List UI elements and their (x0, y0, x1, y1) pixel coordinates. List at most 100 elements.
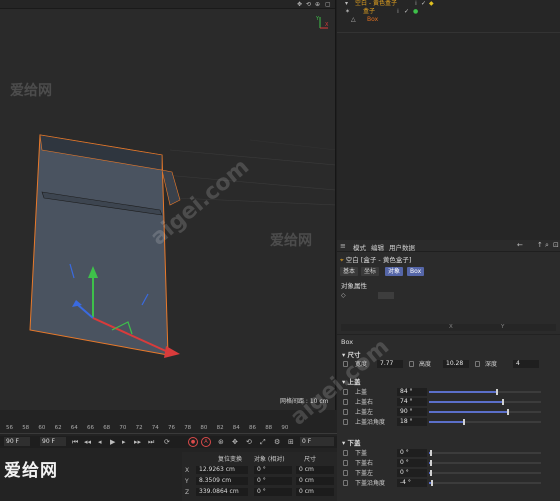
prev-frame-icon[interactable]: ◂ (98, 437, 102, 447)
visibility-icon[interactable]: ⁞ (397, 8, 399, 16)
object-row-null[interactable]: ▾ 空白 - 黄色盒子 ⁞ ✓ ◆ (337, 0, 560, 8)
bottom-param-label: 下盖左 (355, 470, 374, 477)
back-arrow-icon[interactable]: ← (517, 241, 523, 249)
height-field[interactable]: 10.28 (443, 360, 469, 368)
slider-knob[interactable] (430, 470, 433, 476)
box-model[interactable] (0, 0, 336, 410)
grid-key-icon[interactable]: ⊞ (288, 437, 294, 447)
next-frame-icon[interactable]: ▸ (122, 437, 126, 447)
keyframe-toggle[interactable] (343, 470, 348, 476)
position-field[interactable]: 8.3509 cm (196, 477, 248, 485)
loop-icon[interactable]: ⟳ (164, 437, 170, 447)
slider-knob[interactable] (507, 409, 510, 415)
tab-object[interactable]: 对象 (385, 267, 404, 276)
keyframe-toggle[interactable] (343, 399, 348, 405)
check-icon[interactable]: ✓ (404, 8, 409, 16)
slider-knob[interactable] (496, 389, 499, 395)
keyframe-toggle[interactable] (343, 480, 348, 486)
autokey-icon[interactable]: A (201, 437, 211, 447)
timeline-tick: 76 (168, 425, 175, 431)
box-section-title: Box (341, 338, 354, 346)
object-relative-dropdown[interactable]: 对象 (相对) (254, 454, 285, 463)
keyframe-toggle[interactable] (343, 409, 348, 415)
top-param-slider[interactable] (429, 389, 541, 395)
timeline-tick: 84 (232, 425, 240, 431)
reset-transform-button[interactable]: 复位变换 (218, 454, 242, 463)
size-field[interactable]: 0 ° (254, 466, 292, 474)
expand-icon[interactable]: ▾ (345, 0, 348, 8)
rotation-field[interactable]: 0 cm (296, 466, 334, 474)
position-field[interactable]: 339.0864 cm (196, 488, 248, 496)
tab-basic[interactable]: 基本 (340, 267, 359, 276)
next-key-icon[interactable]: ▸▸ (134, 437, 141, 447)
rotation-field[interactable]: 0 cm (296, 477, 334, 485)
depth-label: 深度 (485, 361, 498, 368)
visibility-icon[interactable]: ⁞ (415, 0, 417, 8)
size-field[interactable]: 0 ° (254, 477, 292, 485)
start-frame-field[interactable]: 90 F (4, 437, 30, 446)
top-param-field[interactable]: 74 ° (397, 398, 427, 406)
viewport[interactable]: ✥ ⟲ ⊕ ▢ Y X 网格间距 : 10 cm (0, 0, 336, 410)
position-field[interactable]: 12.9263 cm (196, 466, 248, 474)
lock-icon[interactable]: ⊡ (553, 241, 559, 249)
menu-icon[interactable]: ≡ (340, 242, 346, 250)
current-frame-field[interactable]: 0 F (300, 437, 334, 446)
size-mode-dropdown[interactable]: 尺寸 (304, 454, 316, 463)
top-param-slider[interactable] (429, 409, 541, 415)
param-key-icon[interactable]: ⚙ (274, 437, 280, 447)
tag-icon[interactable]: ● (413, 8, 418, 16)
end-frame-field[interactable]: 90 F (40, 437, 66, 446)
top-param-field[interactable]: 18 ° (397, 418, 427, 426)
position-key-icon[interactable]: ✥ (232, 437, 238, 447)
top-param-row: 上盖沿角度 18 ° (337, 418, 560, 427)
menu-edit[interactable]: 编辑 (371, 242, 384, 252)
slider-knob[interactable] (430, 450, 433, 456)
record-icon[interactable]: ● (188, 437, 198, 447)
top-param-field[interactable]: 90 ° (397, 408, 427, 416)
rotation-key-icon[interactable]: ⟲ (246, 437, 252, 447)
bottom-param-field[interactable]: -4 ° (397, 479, 427, 487)
diamond-icon: ◇ (341, 292, 346, 299)
go-end-icon[interactable]: ⏭ (148, 437, 154, 447)
size-field[interactable]: 0 ° (254, 488, 292, 496)
object-row-box[interactable]: △ Box (337, 16, 560, 24)
top-param-slider[interactable] (429, 399, 541, 405)
bottom-param-field[interactable]: 0 ° (397, 469, 427, 477)
slider-knob[interactable] (430, 460, 433, 466)
bottom-param-slider[interactable] (429, 470, 541, 476)
display-dropdown[interactable] (378, 292, 394, 299)
keyframe-toggle[interactable] (409, 361, 414, 367)
check-icon[interactable]: ✓ (421, 0, 426, 8)
tab-box[interactable]: Box (407, 267, 425, 276)
play-icon[interactable]: ▶ (110, 437, 115, 447)
keyframe-toggle[interactable] (475, 361, 480, 367)
object-row-box-group[interactable]: ✶ 盒子 ⁞ ✓ ● (337, 8, 560, 16)
prev-key-icon[interactable]: ◂◂ (84, 437, 91, 447)
tab-coord[interactable]: 坐标 (361, 267, 380, 276)
keyframe-toggle[interactable] (343, 419, 348, 425)
slider-knob[interactable] (431, 480, 434, 486)
tag-icon[interactable]: ◆ (429, 0, 434, 8)
up-arrow-icon[interactable]: ↑ (537, 241, 543, 249)
slider-knob[interactable] (462, 419, 465, 425)
timeline-ruler[interactable]: 56 58 60 62 64 66 68 70 72 74 76 78 80 82 84 86 88 90 (0, 425, 337, 434)
keyframe-toggle[interactable] (343, 460, 348, 466)
depth-field[interactable]: 4 (513, 360, 539, 368)
menu-mode[interactable]: 模式 (353, 242, 366, 252)
bottom-param-slider[interactable] (429, 480, 541, 486)
bottom-param-field[interactable]: 0 ° (397, 459, 427, 467)
go-start-icon[interactable]: ⏮ (72, 437, 78, 447)
keyframe-selection-icon[interactable]: ⊛ (218, 437, 224, 447)
top-param-slider[interactable] (429, 419, 541, 425)
selected-object-line: ⌖ 空白 [盒子 - 黄色盒子] (340, 254, 411, 265)
scale-key-icon[interactable]: ⤢ (260, 437, 266, 447)
bottom-param-slider[interactable] (429, 450, 541, 456)
bottom-param-slider[interactable] (429, 460, 541, 466)
search-icon[interactable]: ⌕ (545, 241, 549, 250)
rotation-field[interactable]: 0 cm (296, 488, 334, 496)
bottom-param-field[interactable]: 0 ° (397, 449, 427, 457)
keyframe-toggle[interactable] (343, 450, 348, 456)
top-param-field[interactable]: 84 ° (397, 388, 427, 396)
slider-knob[interactable] (501, 399, 504, 405)
menu-user-data[interactable]: 用户数据 (389, 242, 415, 252)
